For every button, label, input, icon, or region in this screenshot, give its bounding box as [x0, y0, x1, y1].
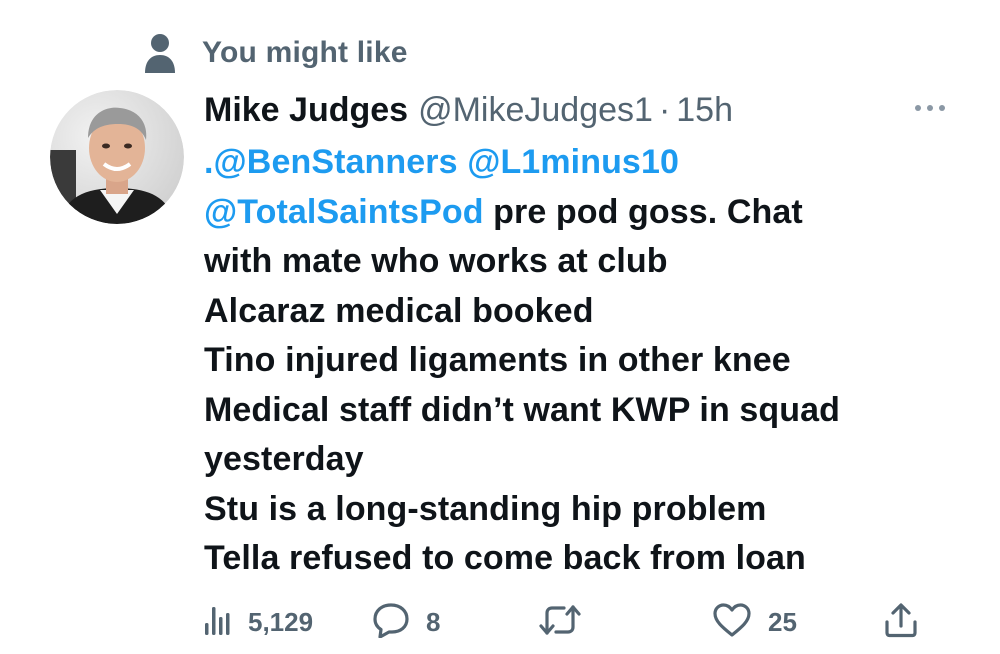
mention-link[interactable]: @TotalSaintsPod — [204, 193, 484, 231]
author-display-name[interactable]: Mike Judges — [204, 91, 408, 130]
tweet-action-bar: 5,129 8 25 — [204, 596, 944, 648]
more-icon — [914, 99, 946, 117]
tweet-header: Mike Judges @MikeJudges1 · 15h — [204, 84, 733, 136]
retweet-icon — [538, 603, 582, 642]
tweet-line: Alcaraz medical booked — [204, 291, 594, 330]
tweet-line: Tino injured ligaments in other knee — [204, 341, 791, 379]
tweet-line-2: @TotalSaintsPod pre pod goss. Chat — [204, 188, 974, 238]
tweet-line: Stu is a long-standing hip problem — [204, 489, 767, 528]
share-icon — [884, 602, 918, 643]
tweet-timestamp[interactable]: 15h — [676, 91, 733, 130]
social-context: You might like — [140, 30, 408, 76]
avatar[interactable] — [50, 90, 184, 224]
share-button[interactable] — [884, 596, 918, 648]
tweet-line: Medical staff didn’t want KWP in squad — [204, 390, 840, 429]
views-button[interactable]: 5,129 — [204, 596, 313, 648]
tweet-line: yesterday — [204, 440, 364, 478]
more-options-button[interactable] — [910, 96, 950, 120]
tweet-text-segment: pre pod goss. Chat — [483, 192, 803, 231]
reply-count: 8 — [426, 606, 441, 637]
separator-dot: · — [658, 90, 671, 129]
mention-link[interactable]: .@BenStanners — [204, 143, 458, 181]
social-context-label: You might like — [202, 36, 408, 69]
tweet-line: with mate who works at club — [204, 242, 668, 280]
tweet-line-1: .@BenStanners @L1minus10 — [204, 138, 974, 188]
reply-button[interactable]: 8 — [372, 596, 440, 648]
mention-link[interactable]: @L1minus10 — [467, 143, 679, 181]
heart-icon — [712, 602, 752, 643]
retweet-button[interactable] — [538, 596, 598, 648]
views-count: 5,129 — [248, 606, 314, 637]
tweet-line: Tella refused to come back from loan — [204, 539, 806, 577]
author-handle[interactable]: @MikeJudges1 — [418, 91, 653, 130]
views-icon — [204, 603, 232, 642]
reply-icon — [372, 602, 410, 643]
person-icon — [140, 30, 180, 76]
like-count: 25 — [768, 606, 797, 637]
tweet-text: .@BenStanners @L1minus10 @TotalSaintsPod… — [204, 138, 974, 584]
like-button[interactable]: 25 — [712, 596, 797, 648]
